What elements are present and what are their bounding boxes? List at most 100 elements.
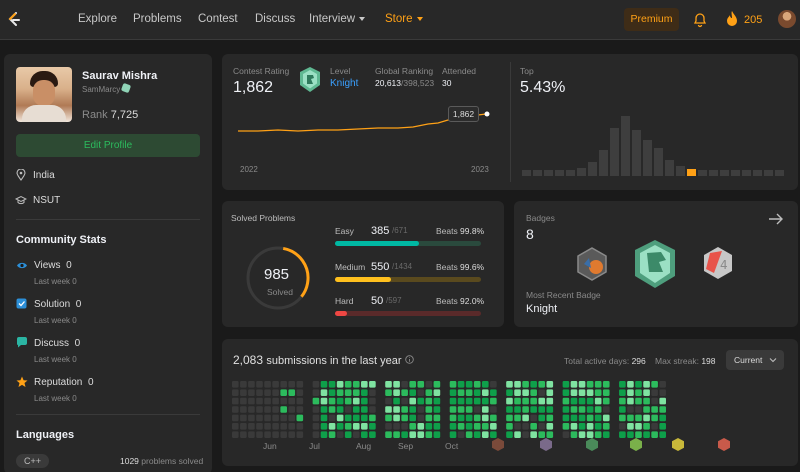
active-days: Total active days: 296 [564,356,646,366]
heatmap-cell [562,406,570,413]
heatmap-cell [578,431,586,438]
heatmap-cell [481,397,489,405]
heatmap-cell [643,431,650,438]
difficulty-beats-pct: 92.0% [460,296,485,306]
premium-button[interactable]: Premium [624,8,679,31]
nav-interview-label: Interview [309,13,356,25]
nav-store[interactable]: Store [385,13,423,25]
heatmap-cell [425,406,433,413]
heatmap-cell [393,406,400,413]
heatmap-cell [425,423,433,430]
heatmap-cell [288,397,296,405]
heatmap-cell [506,431,513,438]
nav-discuss[interactable]: Discuss [255,13,295,25]
heatmap-cell [425,397,433,405]
heatmap-cell [457,397,465,405]
heatmap-cell [272,381,279,388]
heatmap-cell [449,423,457,430]
heatmap-cell [602,381,610,388]
heatmap-cell [490,389,497,396]
annual-badge-icon: 4 [704,247,732,279]
rating-tooltip: 1,862 [448,106,479,122]
edit-profile-button[interactable]: Edit Profile [16,134,200,157]
contest-rating-label: Contest Rating [233,66,290,76]
heatmap-cell [570,414,578,422]
heatmap-cell [457,389,465,396]
heatmap-cell [457,423,465,430]
heatmap-cell [538,397,546,405]
avatar[interactable] [778,10,796,28]
heatmap-cell [280,381,287,388]
heatmap-cell [586,431,594,438]
language-chip: C++ [16,454,50,468]
nav-explore[interactable]: Explore [78,13,117,25]
heatmap-cell [578,414,586,422]
heatmap-cell [619,414,626,422]
streak-count[interactable]: 205 [744,14,762,26]
max-streak-label: Max streak: [655,356,699,366]
heatmap-cell [627,381,634,388]
bell-icon[interactable] [692,11,708,28]
heatmap-cell [401,414,408,422]
stat-reputation-label: Reputation [34,377,83,388]
heatmap-cell [296,414,304,422]
heatmap-cell [288,423,296,430]
heatmap-cell [264,406,271,413]
nav-interview[interactable]: Interview [309,13,366,25]
heatmap-cell [602,389,610,396]
heatmap-cell [393,381,400,388]
heatmap-cell [344,414,352,422]
heatmap-cell [328,431,336,438]
heatmap-cell [433,389,441,396]
heatmap-cell [643,414,650,422]
heatmap-cell [232,431,239,438]
heatmap-cell [651,431,658,438]
flame-icon[interactable] [725,10,739,28]
heatmap-cell [514,414,521,422]
heatmap-cell [538,414,546,422]
level-label: Level [330,66,351,76]
stat-reputation: Reputation 0 [34,377,94,388]
heatmap-cell [530,381,537,388]
heatmap-cell [594,423,602,430]
leetcode-logo-icon[interactable] [6,11,22,29]
histogram-bar [632,130,641,176]
difficulty-label: Medium [335,262,366,272]
heatmap-cell [248,397,255,405]
heatmap-cell [602,431,610,438]
heatmap-cell [240,423,247,430]
heatmap-cell [280,406,287,413]
top-label: Top [520,66,534,76]
heatmap-cell [425,381,433,388]
difficulty-total: /671 [392,226,408,235]
heatmap-cell [522,381,529,388]
histogram-bar [522,170,531,176]
heatmap-cell [570,406,578,413]
heatmap-cell [409,406,417,413]
heatmap-cell [272,389,279,396]
heatmap-cell [457,431,465,438]
stat-reputation-value: 0 [87,377,94,388]
heatmap-cell [594,406,602,413]
language-count: 1029 problems solved [120,456,203,466]
heatmap-cell [288,389,296,396]
languages-title: Languages [16,429,75,441]
stat-views-value: 0 [66,260,72,271]
heatmap-cell [562,397,570,405]
arrow-right-icon[interactable] [768,212,784,226]
year-dropdown[interactable]: Current [726,350,784,370]
heatmap-cell [425,389,433,396]
heatmap-cell [506,381,513,388]
histogram-bar [566,170,575,176]
heatmap-cell [240,381,247,388]
chevron-down-icon [769,358,777,363]
difficulty-beats-pct: 99.8% [460,226,485,236]
nav-problems[interactable]: Problems [133,13,182,25]
info-icon[interactable] [405,355,414,364]
heatmap-cell [586,381,594,388]
profile-rank: Rank 7,725 [82,109,138,121]
heatmap-cell [240,414,247,422]
nav-contest[interactable]: Contest [198,13,238,25]
heatmap-cell [336,389,344,396]
heatmap-cell [506,423,513,430]
